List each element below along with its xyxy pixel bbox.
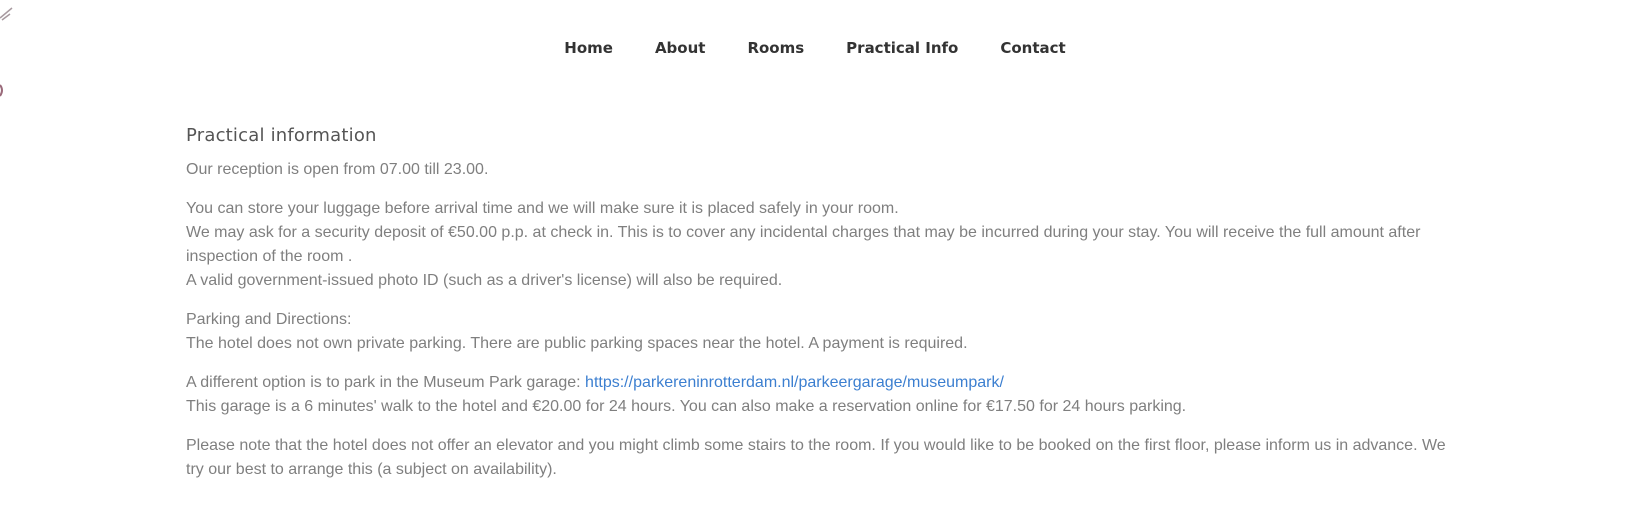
security-deposit-text: We may ask for a security deposit of €50… [186, 224, 1421, 265]
luggage-paragraph: You can store your luggage before arriva… [186, 197, 1446, 293]
nav-home-link[interactable]: Home [543, 36, 634, 60]
nav-contact-link[interactable]: Contact [979, 36, 1086, 60]
reception-hours-text: Our reception is open from 07.00 till 23… [186, 161, 489, 178]
main-content: Practical information Our reception is o… [186, 122, 1446, 497]
garage-paragraph: A different option is to park in the Mus… [186, 371, 1446, 419]
elevator-notice-text: Please note that the hotel does not offe… [186, 437, 1446, 478]
garage-intro-line: A different option is to park in the Mus… [186, 371, 1446, 395]
main-navigation: Home About Rooms Practical Info Contact [0, 36, 1630, 60]
luggage-storage-text: You can store your luggage before arriva… [186, 200, 899, 217]
photo-id-text: A valid government-issued photo ID (such… [186, 272, 783, 289]
page-title: Practical information [186, 125, 377, 146]
garage-intro-text: A different option is to park in the Mus… [186, 374, 586, 391]
parking-text: The hotel does not own private parking. … [186, 335, 968, 352]
parking-heading: Parking and Directions: [186, 311, 352, 328]
museum-park-garage-link[interactable]: https://parkereninrotterdam.nl/parkeerga… [585, 374, 1004, 391]
nav-about-link[interactable]: About [634, 36, 727, 60]
garage-details-text: This garage is a 6 minutes' walk to the … [186, 398, 1187, 415]
parking-paragraph: Parking and Directions: The hotel does n… [186, 308, 1446, 356]
nav-rooms-link[interactable]: Rooms [726, 36, 825, 60]
nav-practical-info-link[interactable]: Practical Info [825, 36, 979, 60]
